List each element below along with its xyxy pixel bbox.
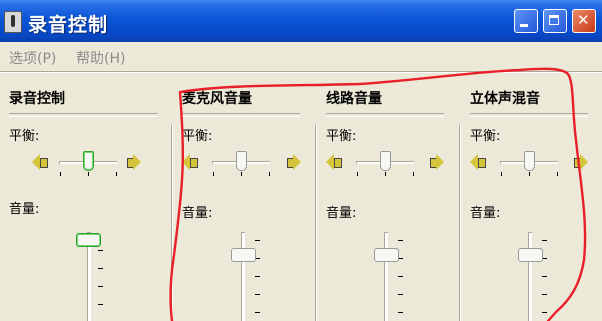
volume-slider-thumb[interactable] [231,248,256,262]
balance-label: 平衡: [326,129,357,144]
balance-slider-thumb[interactable] [236,151,247,171]
speaker-right-icon [574,152,588,172]
balance-tick [385,172,386,176]
volume-label: 音量: [9,202,40,217]
volume-slider-thumb[interactable] [76,233,101,247]
volume-tick [98,286,103,287]
volume-tick [542,276,547,277]
balance-tick [60,172,61,176]
column-divider [326,113,444,117]
balance-tick [501,172,502,176]
volume-label: 音量: [326,206,357,221]
volume-slider-track[interactable] [528,232,532,321]
volume-tick [398,312,403,313]
column-divider [470,113,588,117]
menu-bar: 选项(P) 帮助(H) [0,42,602,72]
volume-tick [98,304,103,305]
volume-tick [542,312,547,313]
volume-tick [398,294,403,295]
balance-tick [88,172,89,176]
maximize-button[interactable] [543,9,567,33]
volume-tick [98,268,103,269]
close-button[interactable] [572,9,596,33]
volume-slider-track[interactable] [241,232,245,321]
window-title: 录音控制 [28,14,109,36]
column-divider [9,113,157,117]
speaker-right-icon [430,152,444,172]
column-separator [459,125,461,321]
minimize-button[interactable] [514,9,538,33]
microphone-app-icon [4,11,22,33]
speaker-right-icon [287,152,301,172]
volume-tick [255,294,260,295]
balance-tick [241,172,242,176]
column-divider [182,113,300,117]
column-title-microphone-volume: 麦克风音量 [182,91,252,107]
balance-tick [357,172,358,176]
speaker-left-icon [182,152,198,172]
balance-tick [116,172,117,176]
volume-label: 音量: [182,206,213,221]
balance-tick [213,172,214,176]
volume-tick [98,250,103,251]
volume-tick [398,276,403,277]
balance-label: 平衡: [9,129,40,144]
column-title-record-control: 录音控制 [9,91,65,107]
balance-slider-thumb[interactable] [380,151,391,171]
volume-slider-thumb[interactable] [374,248,399,262]
balance-tick [529,172,530,176]
balance-tick [413,172,414,176]
menu-divider-light [0,72,602,73]
volume-slider-thumb[interactable] [518,248,543,262]
column-separator [315,125,317,321]
title-bar[interactable]: 录音控制 [0,0,602,42]
menu-help[interactable]: 帮助(H) [76,48,125,68]
volume-tick [542,240,547,241]
balance-tick [557,172,558,176]
speaker-left-icon [470,152,486,172]
volume-label: 音量: [470,206,501,221]
volume-tick [255,312,260,313]
column-separator [171,125,173,321]
balance-label: 平衡: [470,129,501,144]
volume-tick [255,240,260,241]
balance-slider-thumb[interactable] [524,151,535,171]
balance-tick [269,172,270,176]
speaker-left-icon [326,152,342,172]
volume-slider-track[interactable] [384,232,388,321]
volume-tick [398,240,403,241]
balance-slider-thumb[interactable] [83,151,94,171]
volume-tick [542,294,547,295]
menu-options[interactable]: 选项(P) [9,48,56,68]
speaker-left-icon [32,152,48,172]
column-title-line-volume: 线路音量 [326,91,382,107]
speaker-right-icon [127,152,141,172]
balance-label: 平衡: [182,129,213,144]
column-title-stereo-mix: 立体声混音 [470,91,540,107]
volume-tick [255,276,260,277]
